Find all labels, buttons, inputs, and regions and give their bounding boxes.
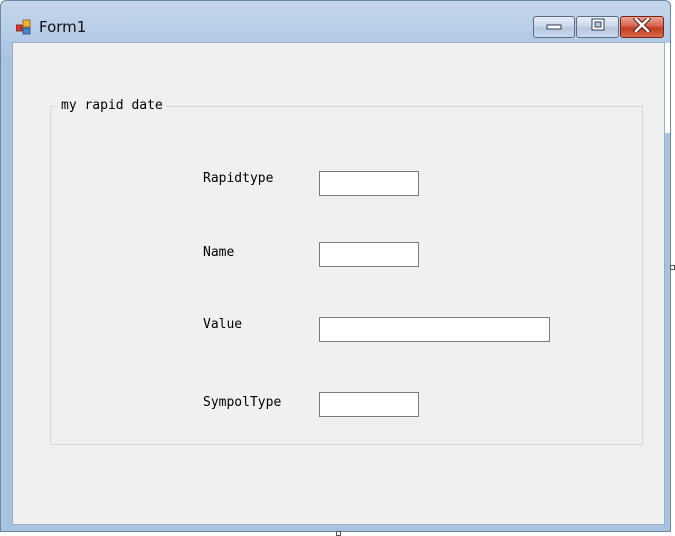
sympoltype-label: SympolType bbox=[203, 395, 282, 410]
groupbox-caption: my rapid date bbox=[58, 98, 166, 113]
maximize-button[interactable] bbox=[576, 16, 619, 38]
sympoltype-textbox[interactable] bbox=[319, 392, 419, 417]
resize-handle-bottom[interactable] bbox=[336, 531, 341, 536]
winforms-app-icon bbox=[15, 19, 34, 35]
rapidtype-textbox[interactable] bbox=[319, 171, 419, 196]
title-bar[interactable]: Form1 bbox=[1, 1, 670, 41]
close-button[interactable] bbox=[620, 15, 664, 38]
name-textbox[interactable] bbox=[319, 242, 419, 267]
minimize-icon bbox=[545, 18, 563, 36]
close-icon bbox=[632, 15, 652, 37]
form1-window: Form1 my rapid date Rapidtype Name Value… bbox=[0, 0, 671, 532]
resize-handle-right[interactable] bbox=[670, 265, 675, 270]
minimize-button[interactable] bbox=[533, 16, 575, 38]
name-label: Name bbox=[203, 245, 235, 260]
window-title: Form1 bbox=[39, 18, 87, 36]
form-client-area: my rapid date Rapidtype Name Value Sympo… bbox=[12, 42, 665, 525]
value-textbox[interactable] bbox=[319, 317, 550, 342]
value-label: Value bbox=[203, 317, 243, 332]
maximize-icon bbox=[589, 18, 607, 37]
rapidtype-label: Rapidtype bbox=[203, 171, 274, 186]
frame-edge-highlight bbox=[665, 43, 670, 133]
